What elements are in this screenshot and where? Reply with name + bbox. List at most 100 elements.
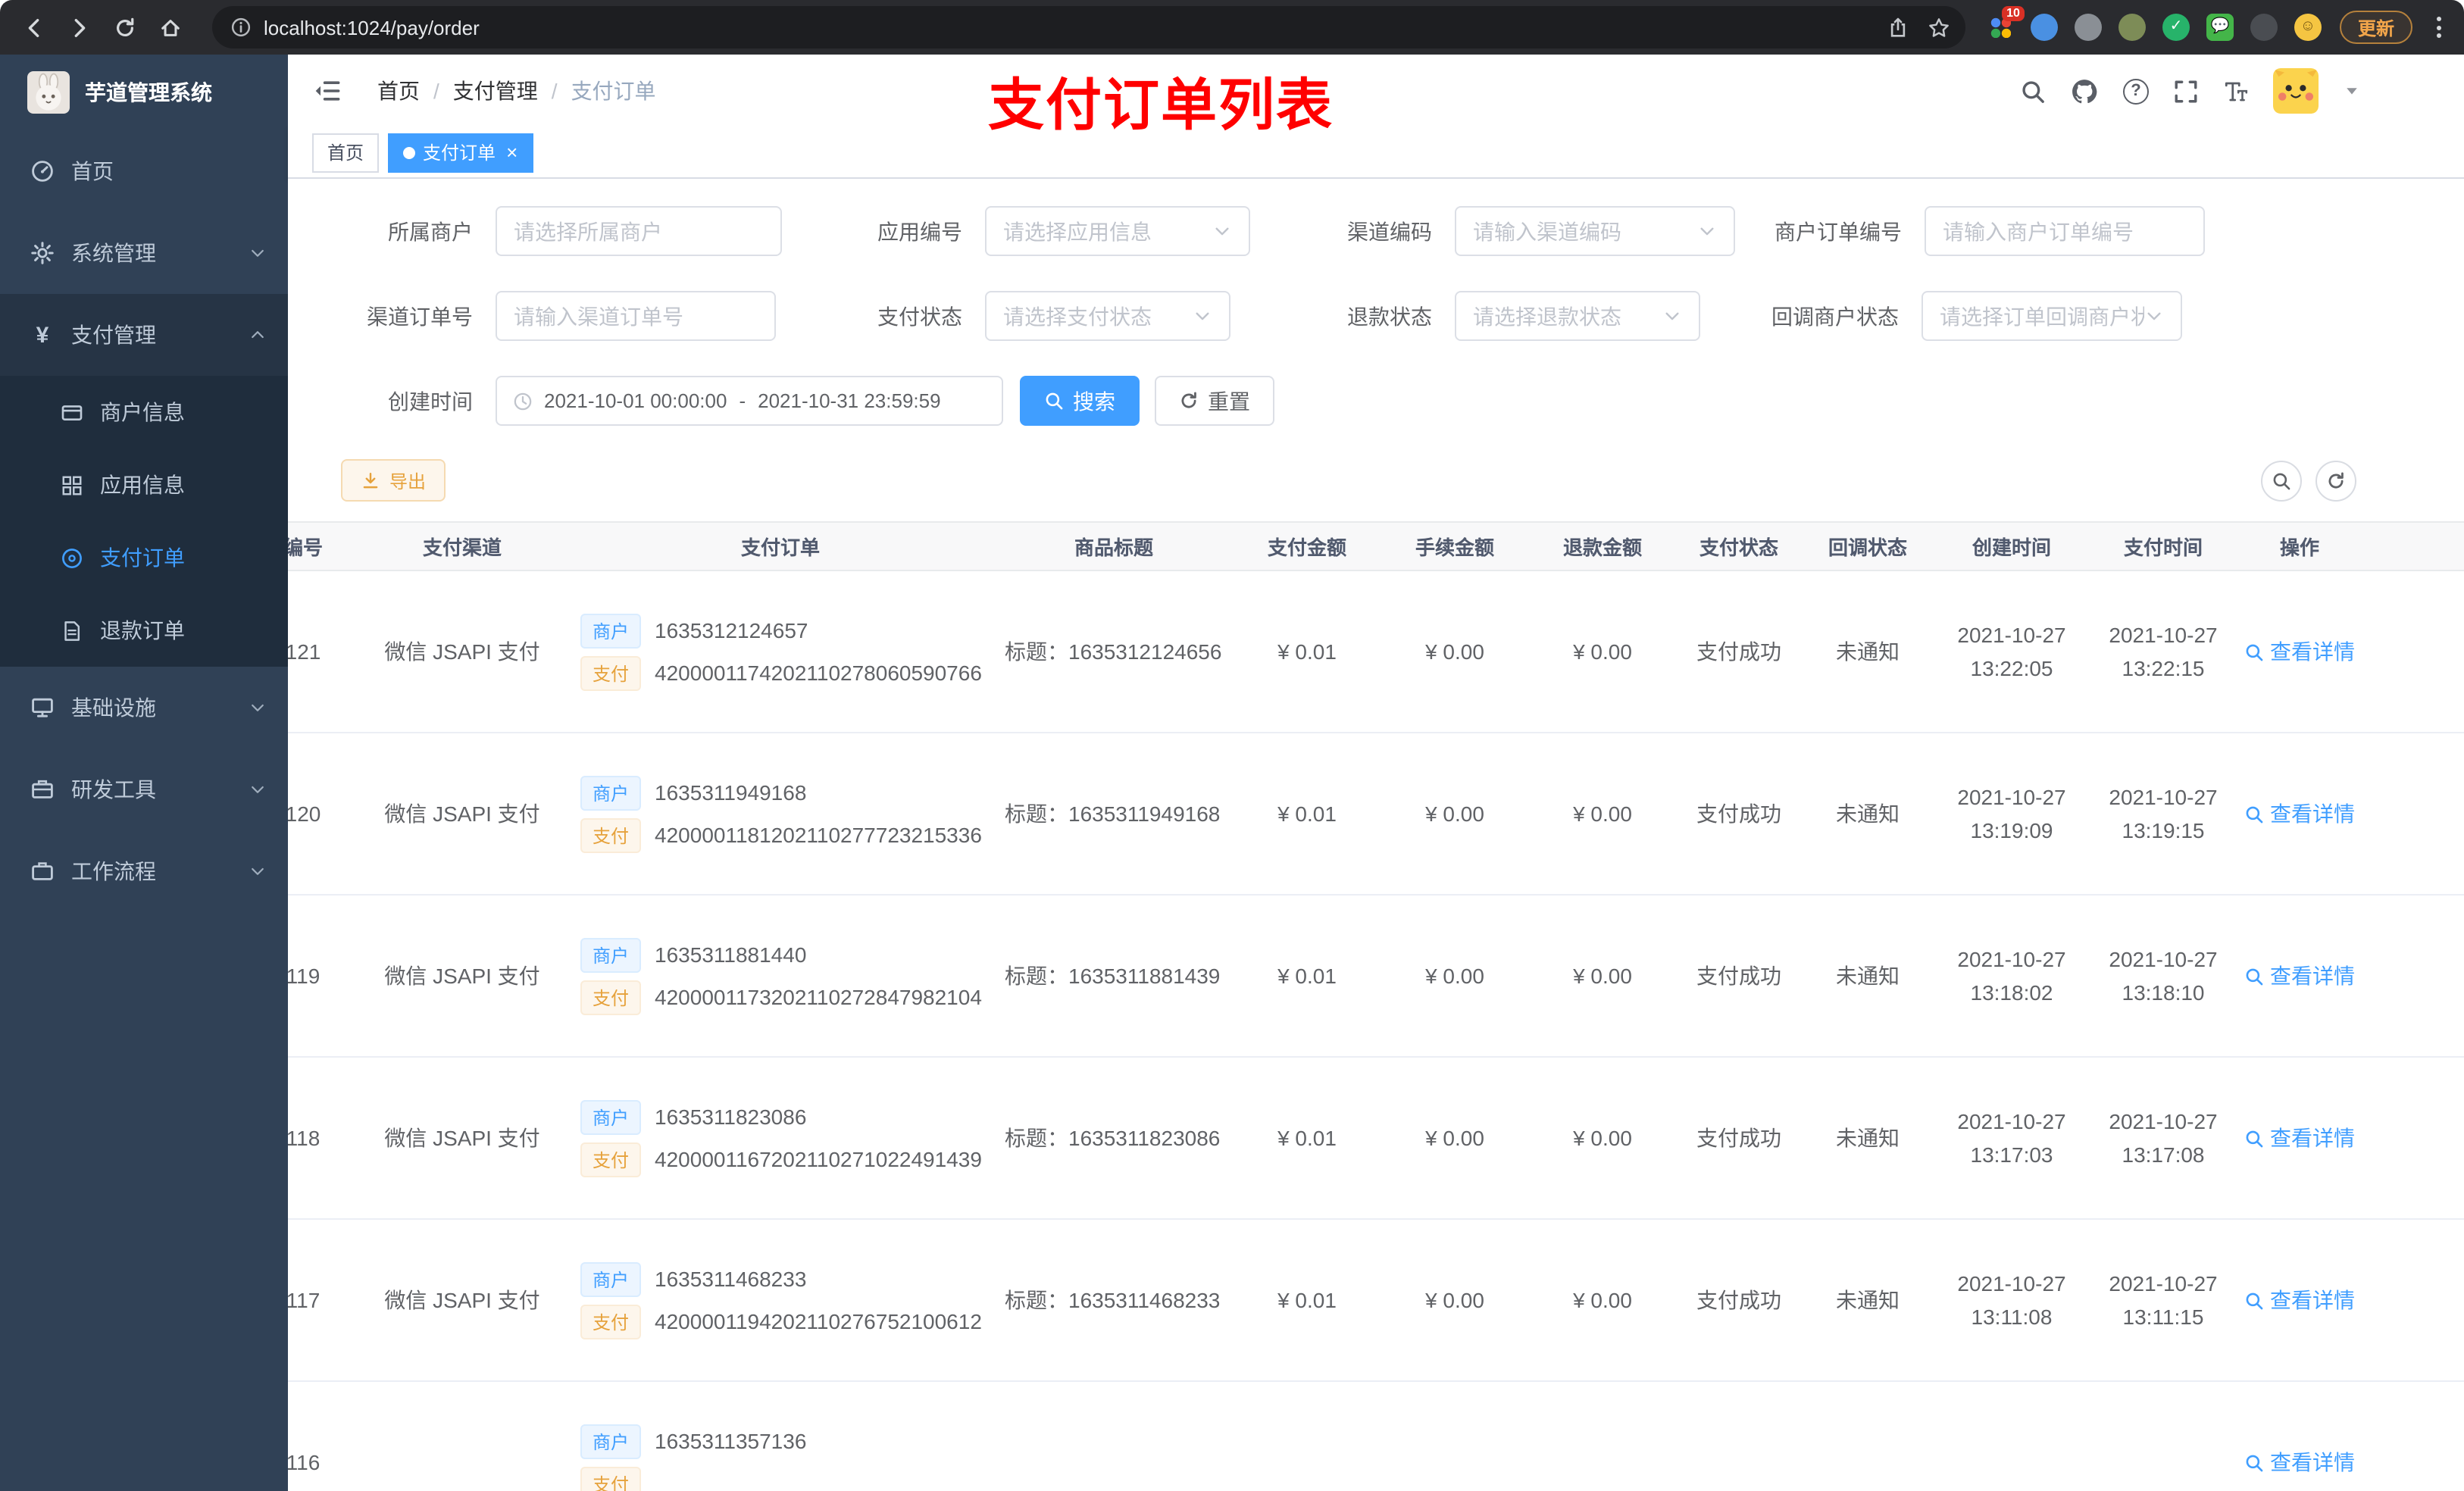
gear-icon <box>30 241 55 265</box>
chevron-down-icon <box>2144 306 2164 326</box>
browser-reload-icon[interactable] <box>103 6 145 48</box>
sidebar-item-infrastructure[interactable]: 基础设施 <box>0 667 288 749</box>
extension-icon-1[interactable]: 10 <box>1987 6 2025 41</box>
address-bar[interactable]: localhost:1024/pay/order <box>212 6 1965 48</box>
cell-channel: 微信 JSAPI 支付 <box>356 1219 568 1382</box>
merchant-order-no: 1635311823086 <box>655 1105 807 1129</box>
cell-channel: 微信 JSAPI 支付 <box>356 733 568 896</box>
extension-icon-7[interactable] <box>2250 14 2278 41</box>
extension-icon-8[interactable]: ☺ <box>2294 14 2322 41</box>
sidebar-fold-icon[interactable] <box>314 77 341 105</box>
cell-status: 支付成功 <box>1674 570 1803 733</box>
cell-paid: 2021-10-27 13:17:08 <box>2091 1057 2235 1220</box>
pay-status-label: 支付状态 <box>877 304 962 328</box>
app-select[interactable]: 请选择应用信息 <box>985 206 1250 256</box>
tab-home[interactable]: 首页 <box>312 133 380 172</box>
channel-order-no-input[interactable] <box>496 291 776 341</box>
share-icon[interactable] <box>1887 16 1909 39</box>
view-detail-link[interactable]: 查看详情 <box>2244 961 2355 991</box>
cell-paid: 2021-10-27 13:22:15 <box>2091 570 2235 733</box>
col-actions: 操作 <box>2235 521 2364 571</box>
chevron-down-icon <box>249 780 267 799</box>
chevron-down-icon <box>249 244 267 262</box>
pay-status-select[interactable]: 请选择支付状态 <box>985 291 1230 341</box>
cell-pay-order: 商户 1635311468233 支付 42000011942021102767… <box>568 1219 993 1382</box>
channel-order-no-label: 渠道订单号 <box>367 304 473 328</box>
merchant-order-no-input[interactable] <box>1925 206 2205 256</box>
refresh-icon <box>1179 391 1199 411</box>
chevron-down-icon <box>1697 221 1717 241</box>
cell-amount: ¥ 0.01 <box>1235 1219 1379 1382</box>
site-info-icon[interactable] <box>230 17 252 38</box>
browser-back-icon[interactable] <box>12 6 55 48</box>
cell-status: 支付成功 <box>1674 895 1803 1058</box>
view-detail-link[interactable]: 查看详情 <box>2244 1285 2355 1315</box>
cell-callback: 未通知 <box>1803 733 1932 896</box>
sidebar-item-app-info[interactable]: 应用信息 <box>0 449 288 521</box>
tab-pay-order[interactable]: 支付订单 × <box>388 133 533 172</box>
view-detail-link[interactable]: 查看详情 <box>2244 1123 2355 1153</box>
cell-filler <box>2364 733 2464 896</box>
pay-tag: 支付 <box>580 655 642 690</box>
help-icon[interactable]: ? <box>2123 78 2149 104</box>
view-detail-link[interactable]: 查看详情 <box>2244 1447 2355 1477</box>
table-row: 119 微信 JSAPI 支付 商户 1635311881440 支付 4200… <box>288 895 2464 1058</box>
cell-title: 标题：1635311949168 <box>993 733 1235 896</box>
sidebar-item-refund-order[interactable]: 退款订单 <box>0 594 288 667</box>
sidebar-logo[interactable]: 芋道管理系统 <box>0 55 288 130</box>
export-button[interactable]: 导出 <box>341 459 446 502</box>
github-icon[interactable] <box>2070 77 2099 105</box>
channel-code-select[interactable]: 请输入渠道编码 <box>1455 206 1735 256</box>
page-header: 首页 / 支付管理 / 支付订单 支付订单列表 ? <box>288 55 2464 136</box>
sidebar-item-payment[interactable]: ¥ 支付管理 <box>0 294 288 376</box>
sidebar-item-system[interactable]: 系统管理 <box>0 212 288 294</box>
filter-row-2: 渠道订单号 支付状态 请选择支付状态 退款状态 请选择退款状态 回调商户状态 请… <box>341 291 2464 341</box>
header-search-icon[interactable] <box>2020 78 2046 104</box>
date-separator: - <box>739 389 746 412</box>
extension-icon-2[interactable] <box>2030 14 2058 41</box>
font-size-icon[interactable] <box>2223 78 2249 104</box>
extension-icon-6[interactable]: 💬 <box>2206 14 2234 41</box>
toggle-search-button[interactable] <box>2261 460 2302 501</box>
menu-label: 基础设施 <box>71 695 156 720</box>
sidebar-item-dev-tools[interactable]: 研发工具 <box>0 749 288 830</box>
extension-icon-5[interactable]: ✓ <box>2162 14 2190 41</box>
download-icon <box>361 470 380 490</box>
breadcrumb-home[interactable]: 首页 <box>377 76 420 106</box>
sidebar-item-home[interactable]: 首页 <box>0 130 288 212</box>
cell-channel <box>356 1381 568 1491</box>
user-avatar[interactable] <box>2273 68 2319 114</box>
search-button[interactable]: 搜索 <box>1020 376 1140 426</box>
cell-amount <box>1235 1381 1379 1491</box>
refresh-icon <box>2326 470 2346 490</box>
menu-label: 首页 <box>71 159 114 183</box>
url-text[interactable]: localhost:1024/pay/order <box>264 16 480 39</box>
browser-menu-icon[interactable] <box>2428 11 2449 44</box>
bookmark-star-icon[interactable] <box>1928 16 1950 39</box>
date-end[interactable]: 2021-10-31 23:59:59 <box>758 389 940 412</box>
sidebar-item-workflow[interactable]: 工作流程 <box>0 830 288 912</box>
sidebar-item-pay-order[interactable]: 支付订单 <box>0 521 288 594</box>
col-fee: 手续金额 <box>1379 521 1531 571</box>
close-tab-icon[interactable]: × <box>506 142 518 162</box>
extension-icon-4[interactable] <box>2118 14 2146 41</box>
extension-icon-3[interactable] <box>2074 14 2102 41</box>
callback-status-select[interactable]: 请选择订单回调商户状态 <box>1921 291 2182 341</box>
refresh-table-button[interactable] <box>2315 460 2356 501</box>
browser-forward-icon[interactable] <box>58 6 100 48</box>
browser-update-button[interactable]: 更新 <box>2339 11 2412 44</box>
refund-status-select[interactable]: 请选择退款状态 <box>1455 291 1700 341</box>
browser-home-icon[interactable] <box>149 6 191 48</box>
create-time-range[interactable]: 2021-10-01 00:00:00 - 2021-10-31 23:59:5… <box>496 376 1003 426</box>
breadcrumb-payment[interactable]: 支付管理 <box>453 76 538 106</box>
app-title: 芋道管理系统 <box>85 80 212 105</box>
sidebar-item-merchant-info[interactable]: 商户信息 <box>0 376 288 449</box>
date-start[interactable]: 2021-10-01 00:00:00 <box>544 389 727 412</box>
menu-label: 应用信息 <box>100 473 185 497</box>
caret-down-icon[interactable] <box>2343 82 2361 100</box>
fullscreen-icon[interactable] <box>2173 78 2199 104</box>
view-detail-link[interactable]: 查看详情 <box>2244 799 2355 829</box>
merchant-select[interactable]: 请选择所属商户 <box>496 206 782 256</box>
view-detail-link[interactable]: 查看详情 <box>2244 636 2355 667</box>
reset-button[interactable]: 重置 <box>1155 376 1274 426</box>
